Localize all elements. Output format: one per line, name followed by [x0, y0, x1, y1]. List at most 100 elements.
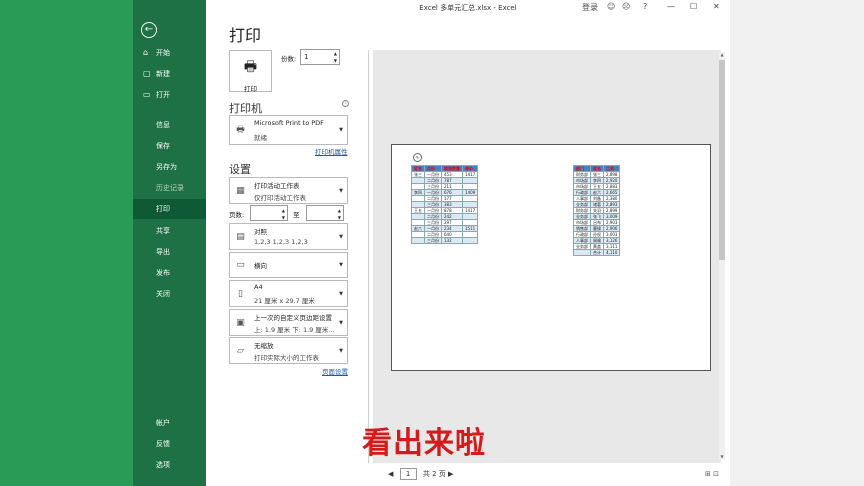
print-button[interactable]: 🖶 打印 [229, 50, 272, 93]
nav-item-options[interactable]: 选项 [133, 455, 206, 475]
table-row: 市场部 吕布 2,903 [573, 219, 621, 226]
table-row: 张三 一月份 453 1417 [411, 171, 479, 178]
new-file-icon: ▢ [143, 69, 151, 78]
nav-item-new[interactable]: ▢ 新建 [133, 64, 206, 84]
nav-item-export[interactable]: 导出 [133, 242, 206, 262]
video-subtitle: 看出来啦 [362, 426, 486, 461]
zoom-to-page-icon[interactable]: ⊡ [713, 470, 719, 478]
show-margins-icon[interactable]: ⊞ [705, 470, 711, 478]
spinner-icon[interactable]: ▲ ▼ [334, 50, 337, 64]
preview-page: 姓名 月份 销售数量 单价 张三 一月份 453 1417 二月份 787 三月份 211 李四 一月份 6… [391, 144, 711, 371]
table-header: 部门 姓名 工资 [573, 165, 621, 172]
next-page-icon[interactable]: ▶ [448, 470, 453, 478]
table-cell: 三月份 [424, 183, 442, 190]
close-icon[interactable]: ✕ [713, 2, 720, 11]
collate-icon: ▤ [236, 231, 245, 242]
smile-icon[interactable]: ☺ [607, 2, 615, 11]
background-left [0, 0, 133, 486]
nav-item-account[interactable]: 帐户 [133, 413, 206, 433]
nav-item-print[interactable]: 打印 [133, 199, 206, 219]
printer-section-title: 打印机 [229, 102, 262, 115]
nav-item-save-as[interactable]: 另存为 [133, 157, 206, 177]
chevron-down-icon: ▼ [339, 187, 343, 194]
table-row: 合计 4,110 [573, 249, 621, 256]
table-row: 行政部 孙权 3,003 [573, 231, 621, 238]
page-number-input[interactable]: 1 [399, 468, 417, 480]
table-cell [461, 237, 479, 244]
nav-item-close[interactable]: 关闭 [133, 284, 206, 304]
table-cell: 二月份 [424, 231, 442, 238]
orientation-dropdown[interactable]: ▭ 横向 ▼ [229, 252, 348, 278]
login-link[interactable]: 登录 [582, 2, 598, 13]
margins-icon: ▣ [236, 317, 245, 328]
nav-item-info[interactable]: 信息 [133, 115, 206, 135]
table-cell: 三月份 [424, 219, 442, 226]
preview-table-sales: 姓名 月份 销售数量 单价 张三 一月份 453 1417 二月份 787 三月份 211 李四 一月份 6… [411, 165, 479, 244]
preview-table-salary: 部门 姓名 工资 财务部 张三 2,898 市场部 李四 2,920 市场部 王五 2,883 行政部赵… [573, 165, 621, 256]
nav-item-home[interactable]: ⌂ 开始 [133, 43, 206, 63]
table-row: 李四 一月份 676 1409 [411, 189, 479, 196]
chevron-down-icon: ▼ [339, 319, 343, 326]
table-row: 人事部 刘备 2,380 [573, 195, 621, 202]
nav-item-save[interactable]: 保存 [133, 136, 206, 156]
margins-dropdown[interactable]: ▣ 上一次的自定义页边距设置 上: 1.9 厘米 下: 1.9 厘米... ▼ [229, 309, 348, 336]
panel-divider [368, 50, 369, 463]
table-cell: 二月份 [424, 195, 442, 202]
table-row: 业务部 黄盖 3,111 [573, 243, 621, 250]
table-cell: 行政部 [573, 189, 591, 196]
table-cell: 财务部 [573, 207, 591, 214]
spinner-icon[interactable]: ▲ ▼ [338, 207, 341, 221]
background-right [730, 0, 864, 486]
nav-item-history[interactable]: 历史记录 [133, 178, 206, 198]
printer-ready-icon: 🖶 [236, 125, 245, 135]
table-header: 姓名 月份 销售数量 单价 [411, 165, 479, 172]
back-arrow-icon[interactable]: ← [141, 22, 157, 38]
scroll-up-icon[interactable]: ▲ [719, 52, 725, 57]
frown-icon[interactable]: ☹ [622, 2, 630, 11]
mouse-cursor-icon: ✎ [413, 153, 422, 162]
zoom-controls: ⊞ ⊡ [705, 470, 719, 478]
info-icon[interactable]: i [342, 100, 349, 107]
printer-icon: 🖶 [243, 59, 258, 75]
maximize-icon[interactable]: ☐ [690, 2, 697, 11]
nav-item-share[interactable]: 共享 [133, 221, 206, 241]
page-to-input[interactable]: ▲ ▼ [306, 205, 344, 221]
table-cell: 市场部 [573, 177, 591, 184]
help-icon[interactable]: ? [643, 2, 647, 11]
table-cell [411, 237, 425, 244]
paper-size-dropdown[interactable]: ▯ A4 21 厘米 x 29.7 厘米 ▼ [229, 280, 348, 307]
printer-dropdown[interactable]: 🖶 Microsoft Print to PDF 就绪 ▼ [229, 115, 348, 145]
scaling-dropdown[interactable]: ▱ 无缩放 打印实际大小的工作表 ▼ [229, 337, 348, 364]
page-from-input[interactable]: ▲ ▼ [250, 205, 288, 221]
table-row: 财务部 关羽 2,899 [573, 207, 621, 214]
page-setup-link[interactable]: 页面设置 [322, 366, 348, 376]
table-cell: 一月份 [424, 207, 442, 214]
table-cell: 财务部 [573, 171, 591, 178]
minimize-icon[interactable]: — [667, 2, 675, 11]
spinner-icon[interactable]: ▲ ▼ [282, 207, 285, 221]
table-cell: 业务部 [573, 213, 591, 220]
chevron-down-icon: ▼ [339, 347, 343, 354]
landscape-icon: ▭ [236, 260, 245, 270]
collate-dropdown[interactable]: ▤ 对照 1,2,3 1,2,3 1,2,3 ▼ [229, 223, 348, 250]
nav-item-publish[interactable]: 发布 [133, 263, 206, 283]
prev-page-icon[interactable]: ◀ [388, 470, 393, 478]
preview-scrollbar[interactable]: ▲ ▼ [719, 52, 725, 459]
printer-properties-link[interactable]: 打印机属性 [315, 146, 348, 156]
table-cell: 人事部 [573, 195, 591, 202]
scroll-down-icon[interactable]: ▼ [719, 454, 725, 459]
table-row: 行政部 赵六 2,665 [573, 189, 621, 196]
table-row: 王五 一月份 878 1417 [411, 207, 479, 214]
table-row: 市场部 王五 2,883 [573, 183, 621, 190]
table-cell: 一月份 [424, 225, 442, 232]
nav-item-feedback[interactable]: 反馈 [133, 434, 206, 454]
nav-item-open[interactable]: ▭ 打开 [133, 85, 206, 105]
copies-input[interactable]: 1 ▲ ▼ [300, 49, 340, 65]
title-bar: Excel 多单元汇总.xlsx - Excel 登录 ☺ ☹ ? — ☐ ✕ [206, 0, 730, 16]
chevron-down-icon: ▼ [339, 290, 343, 297]
print-scope-dropdown[interactable]: ▦ 打印活动工作表 仅打印活动工作表 ▼ [229, 177, 348, 204]
table-cell: 4,110 [602, 249, 621, 256]
column-header: 销售数量 [441, 165, 463, 172]
scrollbar-thumb[interactable] [719, 60, 725, 260]
table-cell: 市场部 [573, 183, 591, 190]
